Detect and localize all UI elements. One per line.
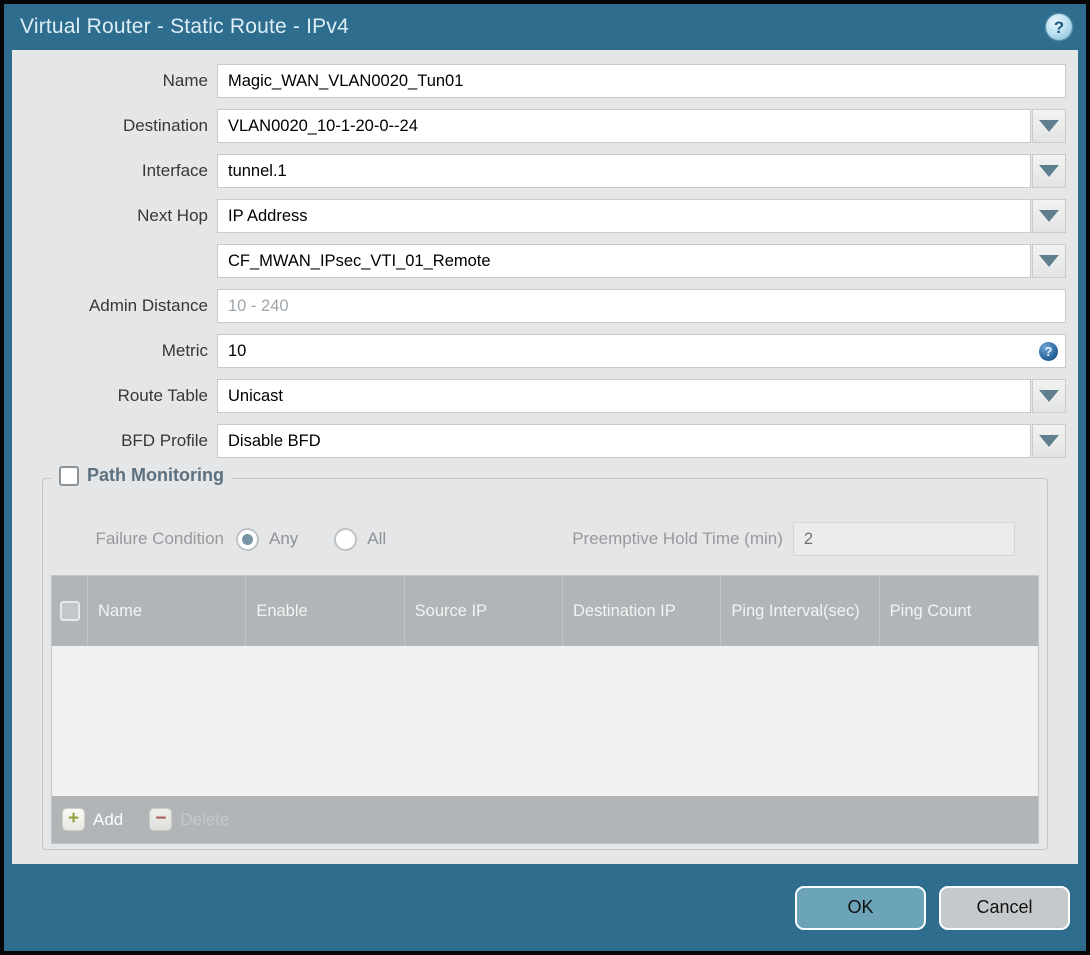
help-icon[interactable]: ? (1046, 14, 1072, 40)
column-header-ping-count[interactable]: Ping Count (880, 576, 1038, 646)
next-hop-row: Next Hop (24, 199, 1066, 233)
next-hop-type-input[interactable] (217, 199, 1031, 233)
next-hop-label: Next Hop (137, 206, 208, 225)
next-hop-address-row (24, 244, 1066, 278)
destination-input[interactable] (217, 109, 1031, 143)
preemptive-hold-time-input[interactable] (792, 522, 1015, 556)
static-route-dialog: Virtual Router - Static Route - IPv4 ? N… (0, 0, 1090, 955)
delete-button-label: Delete (180, 809, 230, 829)
ok-button[interactable]: OK (795, 885, 926, 930)
select-all-checkbox[interactable] (59, 601, 80, 621)
preemptive-hold-time-label: Preemptive Hold Time (min) (572, 529, 783, 548)
route-table-dropdown-button[interactable] (1032, 379, 1066, 413)
chevron-down-icon (1039, 210, 1059, 222)
bfd-profile-input[interactable] (217, 424, 1031, 458)
column-header-source-ip[interactable]: Source IP (405, 576, 563, 646)
add-button-label: Add (93, 809, 124, 829)
path-monitoring-group: Path Monitoring Failure Condition Any Al… (42, 465, 1048, 850)
admin-distance-input[interactable] (217, 289, 1066, 323)
column-header-name[interactable]: Name (88, 576, 247, 646)
failure-condition-row: Failure Condition Any All Preemptive Hol… (51, 521, 1039, 557)
path-monitoring-table: Name Enable Source IP Destination IP Pin… (51, 575, 1039, 844)
interface-label: Interface (141, 161, 208, 180)
metric-row: Metric ? (24, 334, 1066, 368)
destination-dropdown-button[interactable] (1032, 109, 1066, 143)
bfd-profile-row: BFD Profile (24, 424, 1066, 458)
route-table-input[interactable] (217, 379, 1031, 413)
column-header-destination-ip[interactable]: Destination IP (563, 576, 722, 646)
next-hop-address-dropdown-button[interactable] (1032, 244, 1066, 278)
failure-condition-any-radio[interactable] (236, 527, 259, 551)
failure-condition-any-label: Any (269, 529, 299, 548)
metric-input[interactable] (217, 334, 1066, 368)
failure-condition-all-label: All (367, 529, 387, 548)
chevron-down-icon (1039, 120, 1059, 132)
table-body-empty (52, 646, 1038, 796)
bfd-profile-label: BFD Profile (121, 431, 208, 450)
add-icon: + (62, 808, 85, 831)
interface-row: Interface (24, 154, 1066, 188)
name-label: Name (162, 71, 208, 90)
interface-input[interactable] (217, 154, 1031, 188)
table-header: Name Enable Source IP Destination IP Pin… (52, 576, 1038, 646)
interface-dropdown-button[interactable] (1032, 154, 1066, 188)
chevron-down-icon (1039, 390, 1059, 402)
dialog-title: Virtual Router - Static Route - IPv4 (20, 15, 349, 38)
path-monitoring-title: Path Monitoring (87, 465, 224, 485)
dialog-titlebar: Virtual Router - Static Route - IPv4 ? (4, 4, 1086, 50)
destination-row: Destination (24, 109, 1066, 143)
path-monitoring-checkbox[interactable] (59, 465, 79, 486)
chevron-down-icon (1039, 255, 1059, 267)
admin-distance-row: Admin Distance (24, 289, 1066, 323)
failure-condition-all-radio[interactable] (334, 527, 358, 551)
metric-help-icon[interactable]: ? (1039, 342, 1058, 361)
add-button[interactable]: + Add (62, 808, 123, 831)
destination-label: Destination (122, 116, 208, 135)
bfd-profile-dropdown-button[interactable] (1032, 424, 1066, 458)
route-table-label: Route Table (117, 386, 208, 405)
chevron-down-icon (1039, 165, 1059, 177)
chevron-down-icon (1039, 435, 1059, 447)
path-monitoring-legend: Path Monitoring (51, 465, 232, 486)
dialog-footer: OK Cancel (4, 864, 1086, 951)
admin-distance-label: Admin Distance (88, 296, 208, 315)
name-input[interactable] (217, 64, 1066, 98)
cancel-button[interactable]: Cancel (939, 885, 1070, 930)
name-row: Name (24, 64, 1066, 98)
next-hop-type-dropdown-button[interactable] (1032, 199, 1066, 233)
delete-icon: − (149, 808, 173, 831)
delete-button[interactable]: − Delete (149, 808, 229, 831)
column-header-enable[interactable]: Enable (246, 576, 405, 646)
metric-label: Metric (161, 341, 208, 360)
dialog-content: Name Destination Interface (12, 50, 1078, 864)
route-table-row: Route Table (24, 379, 1066, 413)
failure-condition-label: Failure Condition (95, 529, 224, 548)
table-footer: + Add − Delete (52, 796, 1038, 843)
next-hop-address-input[interactable] (217, 244, 1031, 278)
column-header-ping-interval[interactable]: Ping Interval(sec) (721, 576, 880, 646)
